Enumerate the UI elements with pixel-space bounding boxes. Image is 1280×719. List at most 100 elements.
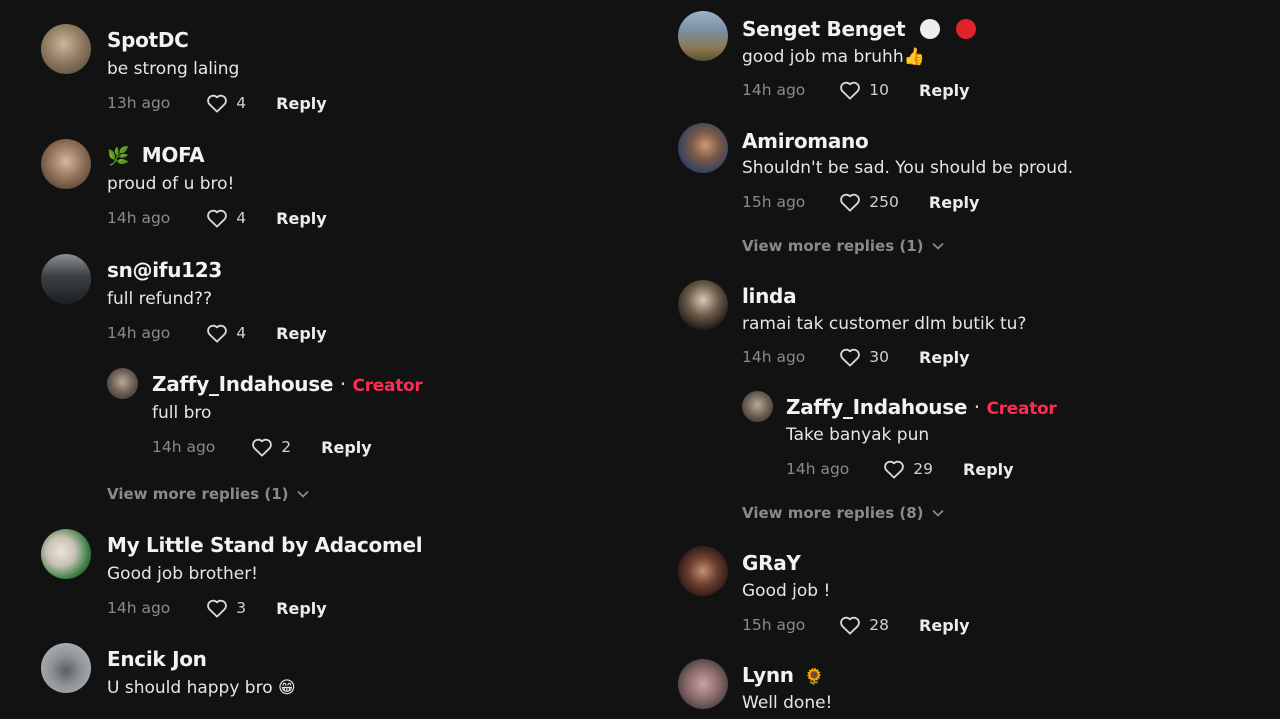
like-button[interactable]: 3 [206,598,246,618]
chevron-down-icon [296,490,309,498]
comment: linda ramai tak customer dlm butik tu? 1… [678,280,1238,380]
username[interactable]: GRaY [742,551,801,575]
like-button[interactable]: 2 [251,437,291,457]
avatar[interactable] [41,24,91,74]
timestamp: 14h ago [742,348,806,366]
like-button[interactable]: 250 [839,192,899,212]
timestamp: 13h ago [107,94,171,112]
username-label: Zaffy_Indahouse [152,372,334,396]
avatar[interactable] [678,123,728,173]
username[interactable]: Amiromano [742,129,869,153]
like-count: 10 [869,81,890,99]
avatar[interactable] [742,391,773,422]
view-more-replies-link[interactable]: View more replies (1) [107,485,309,503]
view-more-replies-link[interactable]: View more replies (1) [742,237,944,255]
username[interactable]: SpotDC [107,28,189,52]
username-label: Senget Benget [742,17,906,41]
comment: My Little Stand by Adacomel Good job bro… [41,529,641,629]
reply-button[interactable]: Reply [321,438,372,457]
comment: 🌿 MOFA proud of u bro! 14h ago 4 Reply [41,139,601,239]
avatar[interactable] [41,254,91,304]
username[interactable]: linda [742,284,797,308]
like-button[interactable]: 29 [883,459,933,479]
reply-button[interactable]: Reply [276,599,327,618]
timestamp: 14h ago [107,324,171,342]
username[interactable]: Zaffy_Indahouse · Creator [786,395,1057,419]
comment-meta: 14h ago 10 Reply [742,80,970,100]
avatar[interactable] [107,368,138,399]
reply-button[interactable]: Reply [276,324,327,343]
avatar[interactable] [678,659,728,709]
reply-button[interactable]: Reply [963,460,1014,479]
leaf-emoji-icon: 🌿 [107,146,130,167]
comment-meta: 14h ago 4 Reply [107,323,327,343]
comment-text: U should happy bro 😁 [107,678,296,698]
reply-button[interactable]: Reply [276,209,327,228]
comment: Encik Jon U should happy bro 😁 [41,643,601,719]
view-more-replies-label: View more replies (1) [742,237,924,255]
like-button[interactable]: 4 [206,208,246,228]
comment: Amiromano Shouldn't be sad. You should b… [678,123,1238,223]
chevron-down-icon [931,242,944,250]
comment-meta: 14h ago 4 Reply [107,208,327,228]
username-label: Lynn [742,663,794,687]
view-more-replies-link[interactable]: View more replies (8) [742,504,944,522]
creator-badge: Creator [986,399,1057,419]
reply-button[interactable]: Reply [919,81,970,100]
comment: sn@ifu123 full refund?? 14h ago 4 Reply [41,254,601,354]
reply-button[interactable]: Reply [929,193,980,212]
reply-button[interactable]: Reply [919,348,970,367]
like-count: 2 [281,438,292,456]
username[interactable]: Senget Benget [742,17,976,41]
comment: Lynn 🌻 Well done! [678,659,1238,719]
avatar[interactable] [678,280,728,330]
view-more-replies-label: View more replies (1) [107,485,289,503]
like-button[interactable]: 4 [206,323,246,343]
like-button[interactable]: 4 [206,93,246,113]
comment-meta: 14h ago 30 Reply [742,347,970,367]
comment-text: Take banyak pun [786,425,930,445]
comment-text: full refund?? [107,289,213,309]
timestamp: 14h ago [107,209,171,227]
avatar[interactable] [678,546,728,596]
right-comment-column: Senget Benget good job ma bruhh👍 14h ago… [678,0,1278,719]
username[interactable]: 🌿 MOFA [107,143,205,167]
username[interactable]: sn@ifu123 [107,258,222,282]
comment-meta: 14h ago 29 Reply [786,459,1014,479]
comment-meta: 14h ago 2 Reply [152,437,372,457]
like-count: 4 [236,94,247,112]
like-button[interactable]: 28 [839,615,889,635]
reply-comment: Zaffy_Indahouse · Creator full bro 14h a… [107,368,607,468]
like-count: 3 [236,599,247,617]
username[interactable]: Zaffy_Indahouse · Creator [152,372,423,396]
avatar[interactable] [41,643,91,693]
like-button[interactable]: 30 [839,347,889,367]
comment: SpotDC be strong laling 13h ago 4 Reply [41,24,601,124]
username[interactable]: Lynn 🌻 [742,663,824,687]
username[interactable]: Encik Jon [107,647,207,671]
comment-text: Shouldn't be sad. You should be proud. [742,158,1074,178]
like-button[interactable]: 10 [839,80,889,100]
username[interactable]: My Little Stand by Adacomel [107,533,423,557]
avatar[interactable] [41,139,91,189]
comment: GRaY Good job ! 15h ago 28 Reply [678,546,1238,646]
sunflower-emoji-icon: 🌻 [804,667,824,686]
comment-meta: 14h ago 3 Reply [107,598,327,618]
comment-text: ramai tak customer dlm butik tu? [742,314,1027,334]
comment-text: good job ma bruhh👍 [742,47,925,67]
reply-button[interactable]: Reply [919,616,970,635]
red-circle-icon [955,19,976,39]
reply-button[interactable]: Reply [276,94,327,113]
timestamp: 14h ago [786,460,850,478]
like-count: 4 [236,209,247,227]
like-count: 250 [869,193,899,211]
avatar[interactable] [41,529,91,579]
like-count: 4 [236,324,247,342]
comment-text: be strong laling [107,59,240,79]
heart-icon [207,324,228,343]
like-count: 30 [869,348,890,366]
heart-icon [840,81,861,100]
avatar[interactable] [678,11,728,61]
timestamp: 14h ago [742,81,806,99]
separator: · [339,372,346,396]
